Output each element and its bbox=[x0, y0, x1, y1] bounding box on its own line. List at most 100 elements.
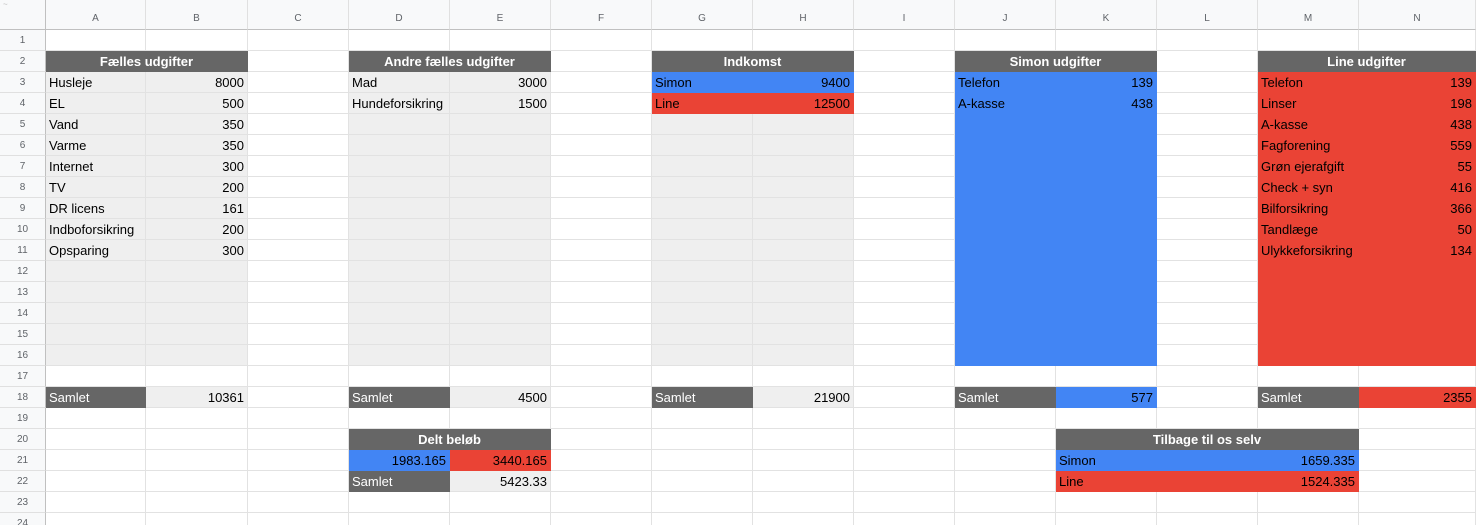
cell-i19[interactable] bbox=[854, 408, 955, 429]
faelles-item-value[interactable]: 8000 bbox=[146, 72, 248, 93]
cell-e19[interactable] bbox=[450, 408, 551, 429]
cell-f17[interactable] bbox=[551, 366, 652, 387]
indkomst-empty[interactable] bbox=[652, 303, 753, 324]
column-header-g[interactable]: G bbox=[652, 0, 753, 30]
cell-f1[interactable] bbox=[551, 30, 652, 51]
row-header-1[interactable]: 1 bbox=[0, 30, 46, 51]
cell-d17[interactable] bbox=[349, 366, 450, 387]
faelles-item-label[interactable]: TV bbox=[46, 177, 146, 198]
cell-b23[interactable] bbox=[146, 492, 248, 513]
andre-total-value[interactable]: 4500 bbox=[450, 387, 551, 408]
cell-c3[interactable] bbox=[248, 72, 349, 93]
cell-i11[interactable] bbox=[854, 240, 955, 261]
simon-empty[interactable] bbox=[955, 135, 1056, 156]
cell-a24[interactable] bbox=[46, 513, 146, 525]
line-empty[interactable] bbox=[1359, 345, 1476, 366]
line-item-value[interactable]: 139 bbox=[1359, 72, 1476, 93]
cell-k19[interactable] bbox=[1056, 408, 1157, 429]
simon-empty[interactable] bbox=[1056, 303, 1157, 324]
cell-a1[interactable] bbox=[46, 30, 146, 51]
row-header-12[interactable]: 12 bbox=[0, 261, 46, 282]
line-item-value[interactable]: 55 bbox=[1359, 156, 1476, 177]
row-header-6[interactable]: 6 bbox=[0, 135, 46, 156]
line-empty[interactable] bbox=[1359, 261, 1476, 282]
simon-empty[interactable] bbox=[1056, 261, 1157, 282]
cell-e24[interactable] bbox=[450, 513, 551, 525]
faelles-empty[interactable] bbox=[146, 303, 248, 324]
cell-i9[interactable] bbox=[854, 198, 955, 219]
indkomst-empty[interactable] bbox=[753, 303, 854, 324]
cell-l15[interactable] bbox=[1157, 324, 1258, 345]
row-header-15[interactable]: 15 bbox=[0, 324, 46, 345]
indkomst-empty[interactable] bbox=[753, 198, 854, 219]
cell-i2[interactable] bbox=[854, 51, 955, 72]
line-item-label[interactable]: Fagforening bbox=[1258, 135, 1359, 156]
indkomst-empty[interactable] bbox=[652, 240, 753, 261]
cell-h17[interactable] bbox=[753, 366, 854, 387]
indkomst-simon-value[interactable]: 9400 bbox=[753, 72, 854, 93]
cell-c14[interactable] bbox=[248, 303, 349, 324]
indkomst-empty[interactable] bbox=[652, 219, 753, 240]
andre-header[interactable]: Andre fælles udgifter bbox=[349, 51, 551, 72]
cell-c16[interactable] bbox=[248, 345, 349, 366]
cell-f8[interactable] bbox=[551, 177, 652, 198]
cell-n21[interactable] bbox=[1359, 450, 1476, 471]
cell-i13[interactable] bbox=[854, 282, 955, 303]
andre-empty[interactable] bbox=[450, 114, 551, 135]
cell-f12[interactable] bbox=[551, 261, 652, 282]
faelles-empty[interactable] bbox=[46, 282, 146, 303]
cell-l2[interactable] bbox=[1157, 51, 1258, 72]
column-header-b[interactable]: B bbox=[146, 0, 248, 30]
simon-empty[interactable] bbox=[1056, 240, 1157, 261]
indkomst-empty[interactable] bbox=[652, 114, 753, 135]
indkomst-total-label[interactable]: Samlet bbox=[652, 387, 753, 408]
simon-item-value[interactable]: 438 bbox=[1056, 93, 1157, 114]
cell-e1[interactable] bbox=[450, 30, 551, 51]
line-empty[interactable] bbox=[1359, 303, 1476, 324]
andre-empty[interactable] bbox=[450, 303, 551, 324]
cell-k23[interactable] bbox=[1056, 492, 1157, 513]
cell-f14[interactable] bbox=[551, 303, 652, 324]
cell-i21[interactable] bbox=[854, 450, 955, 471]
cell-l3[interactable] bbox=[1157, 72, 1258, 93]
tilbage-simon-value[interactable]: 1659.335 bbox=[1258, 450, 1359, 471]
cell-c21[interactable] bbox=[248, 450, 349, 471]
indkomst-empty[interactable] bbox=[652, 345, 753, 366]
faelles-empty[interactable] bbox=[46, 324, 146, 345]
line-empty[interactable] bbox=[1258, 261, 1359, 282]
cell-f9[interactable] bbox=[551, 198, 652, 219]
row-header-24[interactable]: 24 bbox=[0, 513, 46, 525]
tilbage-fill[interactable] bbox=[1157, 471, 1258, 492]
faelles-item-value[interactable]: 300 bbox=[146, 240, 248, 261]
line-item-label[interactable]: Ulykkeforsikring bbox=[1258, 240, 1359, 261]
line-item-label[interactable]: Tandlæge bbox=[1258, 219, 1359, 240]
cell-b22[interactable] bbox=[146, 471, 248, 492]
indkomst-empty[interactable] bbox=[753, 261, 854, 282]
line-item-label[interactable]: Grøn ejerafgift bbox=[1258, 156, 1359, 177]
line-empty[interactable] bbox=[1258, 324, 1359, 345]
simon-empty[interactable] bbox=[955, 324, 1056, 345]
cell-i14[interactable] bbox=[854, 303, 955, 324]
faelles-item-value[interactable]: 300 bbox=[146, 156, 248, 177]
cell-f23[interactable] bbox=[551, 492, 652, 513]
cell-b21[interactable] bbox=[146, 450, 248, 471]
cell-l4[interactable] bbox=[1157, 93, 1258, 114]
faelles-empty[interactable] bbox=[46, 345, 146, 366]
indkomst-line-value[interactable]: 12500 bbox=[753, 93, 854, 114]
line-empty[interactable] bbox=[1359, 324, 1476, 345]
cell-g17[interactable] bbox=[652, 366, 753, 387]
cell-j22[interactable] bbox=[955, 471, 1056, 492]
cell-f24[interactable] bbox=[551, 513, 652, 525]
cell-j23[interactable] bbox=[955, 492, 1056, 513]
row-header-20[interactable]: 20 bbox=[0, 429, 46, 450]
cell-a23[interactable] bbox=[46, 492, 146, 513]
indkomst-empty[interactable] bbox=[753, 219, 854, 240]
cell-c19[interactable] bbox=[248, 408, 349, 429]
line-empty[interactable] bbox=[1258, 345, 1359, 366]
cell-l10[interactable] bbox=[1157, 219, 1258, 240]
row-header-10[interactable]: 10 bbox=[0, 219, 46, 240]
delt-line-value[interactable]: 3440.165 bbox=[450, 450, 551, 471]
simon-empty[interactable] bbox=[955, 219, 1056, 240]
line-total-value[interactable]: 2355 bbox=[1359, 387, 1476, 408]
cell-d1[interactable] bbox=[349, 30, 450, 51]
